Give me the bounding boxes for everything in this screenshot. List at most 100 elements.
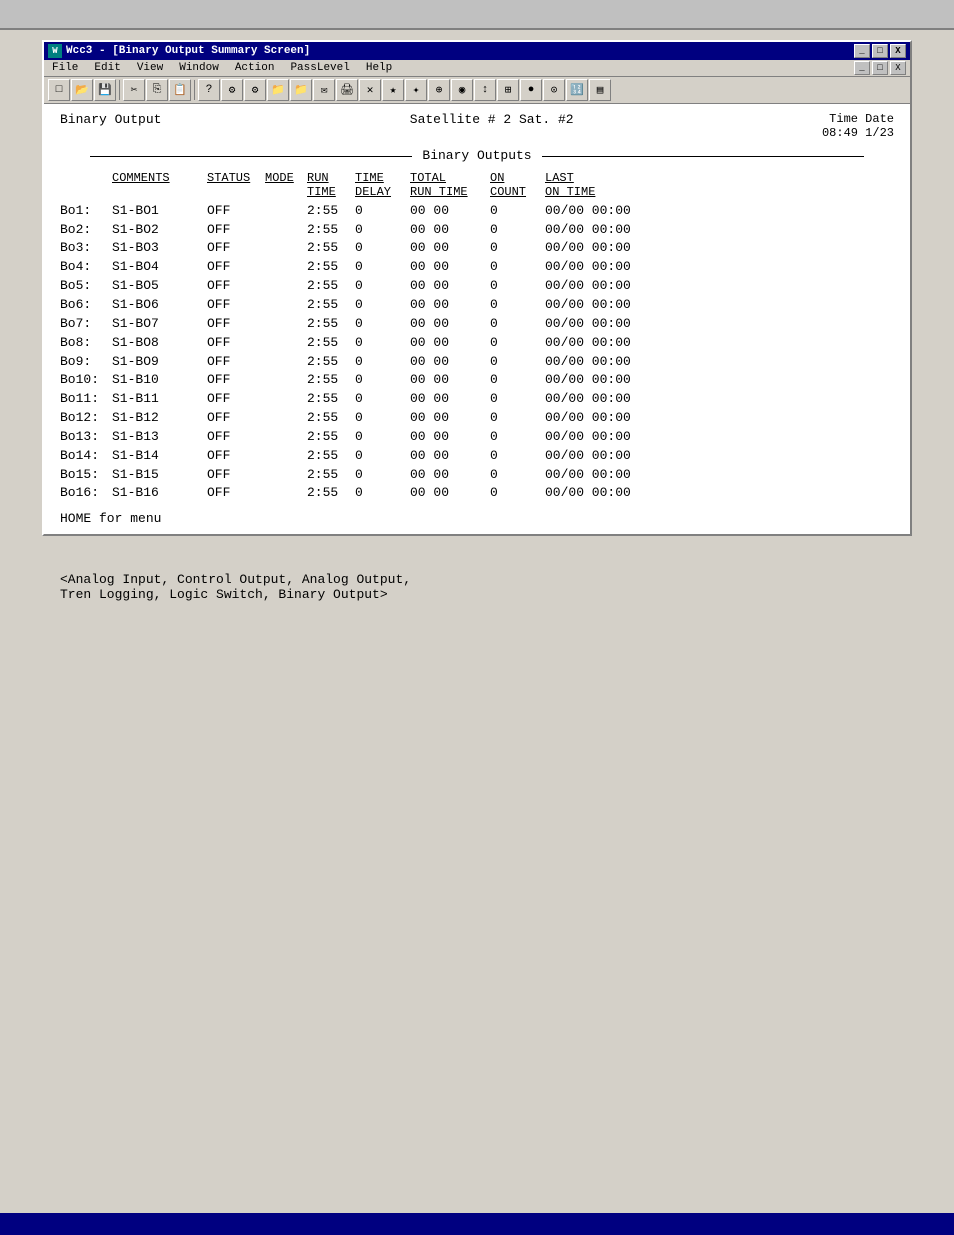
tb-btn4[interactable]: ⚙ <box>221 79 243 101</box>
row-runtime: 2:55 <box>307 447 355 466</box>
tb-btn20[interactable]: ▤ <box>589 79 611 101</box>
table-row[interactable]: Bo11:S1-B11OFF2:55000 00000/00 00:00 <box>60 390 894 409</box>
col-header-comments: COMMENTS <box>112 171 207 200</box>
section-title: Binary Outputs <box>60 148 894 163</box>
table-row[interactable]: Bo10:S1-B10OFF2:55000 00000/00 00:00 <box>60 371 894 390</box>
satellite-label: Satellite # 2 Sat. #2 <box>410 112 574 127</box>
row-timedelay: 0 <box>355 447 410 466</box>
tb-btn10[interactable]: ✕ <box>359 79 381 101</box>
row-comment: S1-B15 <box>112 466 207 485</box>
table-row[interactable]: Bo12:S1-B12OFF2:55000 00000/00 00:00 <box>60 409 894 428</box>
header-row: Binary Output Satellite # 2 Sat. #2 Time… <box>60 112 894 140</box>
table-row[interactable]: Bo1:S1-BO1OFF2:55000 00000/00 00:00 <box>60 202 894 221</box>
tb-save-button[interactable]: 💾 <box>94 79 116 101</box>
tb-btn18[interactable]: ⊙ <box>543 79 565 101</box>
menu-help[interactable]: Help <box>362 61 396 75</box>
menu-passlevel[interactable]: PassLevel <box>286 61 353 75</box>
tb-btn13[interactable]: ⊕ <box>428 79 450 101</box>
row-oncount: 0 <box>490 409 545 428</box>
row-lastontime: 00/00 00:00 <box>545 428 645 447</box>
row-lastontime: 00/00 00:00 <box>545 484 645 503</box>
row-totalruntime: 00 00 <box>410 334 490 353</box>
table-row[interactable]: Bo8:S1-BO8OFF2:55000 00000/00 00:00 <box>60 334 894 353</box>
restore-button[interactable]: □ <box>872 44 888 58</box>
table-row[interactable]: Bo7:S1-BO7OFF2:55000 00000/00 00:00 <box>60 315 894 334</box>
tb-btn6[interactable]: 📁 <box>267 79 289 101</box>
tb-btn14[interactable]: ◉ <box>451 79 473 101</box>
home-for-menu: HOME for menu <box>60 511 161 526</box>
tb-cut-button[interactable]: ✂ <box>123 79 145 101</box>
tb-btn11[interactable]: ★ <box>382 79 404 101</box>
menu-bar: File Edit View Window Action PassLevel H… <box>48 61 854 75</box>
tb-btn5[interactable]: ⚙ <box>244 79 266 101</box>
table-row[interactable]: Bo14:S1-B14OFF2:55000 00000/00 00:00 <box>60 447 894 466</box>
row-oncount: 0 <box>490 258 545 277</box>
row-oncount: 0 <box>490 202 545 221</box>
table-row[interactable]: Bo15:S1-B15OFF2:55000 00000/00 00:00 <box>60 466 894 485</box>
row-comment: S1-B13 <box>112 428 207 447</box>
row-status: OFF <box>207 258 265 277</box>
menu-file[interactable]: File <box>48 61 82 75</box>
main-area: W Wcc3 - [Binary Output Summary Screen] … <box>0 30 954 1213</box>
table-row[interactable]: Bo9:S1-BO9OFF2:55000 00000/00 00:00 <box>60 353 894 372</box>
tb-new-button[interactable]: □ <box>48 79 70 101</box>
tb-copy-button[interactable]: ⎘ <box>146 79 168 101</box>
row-runtime: 2:55 <box>307 428 355 447</box>
table-row[interactable]: Bo16:S1-B16OFF2:55000 00000/00 00:00 <box>60 484 894 503</box>
row-oncount: 0 <box>490 239 545 258</box>
tb-btn7[interactable]: 📁 <box>290 79 312 101</box>
tb-btn15[interactable]: ↕ <box>474 79 496 101</box>
menu-view[interactable]: View <box>133 61 167 75</box>
inner-restore-button[interactable]: □ <box>872 61 888 75</box>
row-oncount: 0 <box>490 353 545 372</box>
inner-minimize-button[interactable]: _ <box>854 61 870 75</box>
row-lastontime: 00/00 00:00 <box>545 315 645 334</box>
close-button[interactable]: X <box>890 44 906 58</box>
tb-btn9[interactable]: 🖨 <box>336 79 358 101</box>
row-mode <box>265 296 307 315</box>
tb-btn17[interactable]: ● <box>520 79 542 101</box>
table-row[interactable]: Bo13:S1-B13OFF2:55000 00000/00 00:00 <box>60 428 894 447</box>
table-row[interactable]: Bo5:S1-BO5OFF2:55000 00000/00 00:00 <box>60 277 894 296</box>
header-left: Binary Output <box>60 112 161 127</box>
tb-btn19[interactable]: 🔢 <box>566 79 588 101</box>
tb-btn8[interactable]: ✉ <box>313 79 335 101</box>
row-lastontime: 00/00 00:00 <box>545 409 645 428</box>
row-oncount: 0 <box>490 466 545 485</box>
row-timedelay: 0 <box>355 221 410 240</box>
column-headers: COMMENTS STATUS MODE RUNTIME TIMEDELAY T… <box>60 171 894 200</box>
row-runtime: 2:55 <box>307 334 355 353</box>
row-mode <box>265 428 307 447</box>
inner-close-button[interactable]: X <box>890 61 906 75</box>
menu-edit[interactable]: Edit <box>90 61 124 75</box>
row-id: Bo11: <box>60 390 112 409</box>
row-oncount: 0 <box>490 390 545 409</box>
row-timedelay: 0 <box>355 334 410 353</box>
table-row[interactable]: Bo4:S1-BO4OFF2:55000 00000/00 00:00 <box>60 258 894 277</box>
row-lastontime: 00/00 00:00 <box>545 353 645 372</box>
col-header-status: STATUS <box>207 171 265 200</box>
table-row[interactable]: Bo2:S1-BO2OFF2:55000 00000/00 00:00 <box>60 221 894 240</box>
row-id: Bo4: <box>60 258 112 277</box>
row-totalruntime: 00 00 <box>410 409 490 428</box>
tb-btn12[interactable]: ✦ <box>405 79 427 101</box>
table-row[interactable]: Bo6:S1-BO6OFF2:55000 00000/00 00:00 <box>60 296 894 315</box>
minimize-button[interactable]: _ <box>854 44 870 58</box>
menu-action[interactable]: Action <box>231 61 279 75</box>
bottom-text: <Analog Input, Control Output, Analog Ou… <box>10 564 944 610</box>
row-id: Bo6: <box>60 296 112 315</box>
row-oncount: 0 <box>490 371 545 390</box>
tb-btn3[interactable]: ? <box>198 79 220 101</box>
toolbar-sep-2 <box>194 80 195 100</box>
row-status: OFF <box>207 447 265 466</box>
row-lastontime: 00/00 00:00 <box>545 221 645 240</box>
row-totalruntime: 00 00 <box>410 353 490 372</box>
row-mode <box>265 334 307 353</box>
tb-open-button[interactable]: 📂 <box>71 79 93 101</box>
tb-btn16[interactable]: ⊞ <box>497 79 519 101</box>
row-status: OFF <box>207 466 265 485</box>
row-timedelay: 0 <box>355 202 410 221</box>
table-row[interactable]: Bo3:S1-BO3OFF2:55000 00000/00 00:00 <box>60 239 894 258</box>
menu-window[interactable]: Window <box>175 61 223 75</box>
tb-paste-button[interactable]: 📋 <box>169 79 191 101</box>
